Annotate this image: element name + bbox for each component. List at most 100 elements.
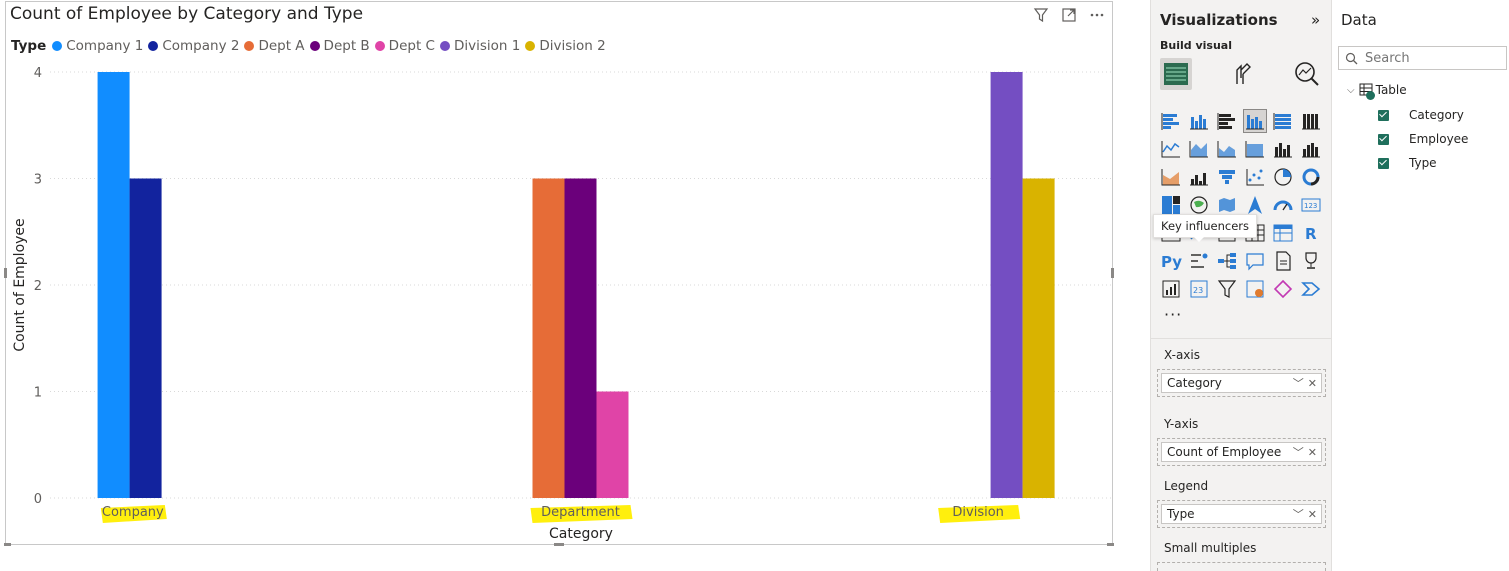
100-stacked-area-chart-icon[interactable] (1244, 138, 1266, 160)
x-tick-label: Division (952, 505, 1004, 520)
x-axis-field-name: Category (1167, 376, 1222, 390)
resize-handle-corner-br[interactable] (1107, 543, 1114, 546)
field-name: Category (1409, 108, 1464, 122)
more-visuals-icon[interactable]: ··· (1164, 305, 1182, 324)
chevron-down-icon[interactable]: ﹀ (1293, 375, 1304, 391)
x-axis-well[interactable]: Category ﹀ ✕ (1157, 369, 1326, 397)
field-checkbox[interactable] (1378, 109, 1389, 121)
map-icon[interactable] (1188, 194, 1210, 216)
wells-divider (1150, 338, 1332, 339)
bar-division-2 (1022, 178, 1055, 498)
narrative-icon[interactable] (1272, 250, 1294, 272)
scatter-chart-icon[interactable] (1244, 166, 1266, 188)
line-chart-icon[interactable] (1160, 138, 1182, 160)
qna-icon[interactable] (1244, 250, 1266, 272)
waterfall-chart-icon[interactable] (1188, 166, 1210, 188)
key-influencers-icon[interactable] (1188, 250, 1210, 272)
resize-handle-corner-bl[interactable] (4, 543, 11, 546)
close-icon[interactable]: ✕ (1308, 446, 1317, 459)
x-axis-well-label: X-axis (1164, 348, 1200, 362)
table-node[interactable]: ⌵ Table (1347, 83, 1407, 100)
clustered-column-chart-icon[interactable] (1243, 109, 1267, 133)
bar-company-2 (129, 178, 162, 498)
field-row-category[interactable]: Category (1378, 108, 1464, 122)
100-stacked-column-chart-icon[interactable] (1300, 110, 1322, 132)
line-stacked-column-chart-icon[interactable] (1272, 138, 1294, 160)
donut-chart-icon[interactable] (1300, 166, 1322, 188)
chevron-down-icon[interactable]: ﹀ (1293, 506, 1304, 522)
matrix-icon[interactable] (1272, 222, 1294, 244)
bar-division-1 (990, 72, 1023, 498)
data-title: Data (1341, 11, 1377, 29)
stacked-bar-chart-icon[interactable] (1160, 110, 1182, 132)
key-influencers-tooltip: Key influencers (1153, 214, 1258, 238)
stacked-column-chart-icon[interactable] (1188, 110, 1210, 132)
y-axis-title: Count of Employee (12, 218, 28, 351)
ribbon-chart-icon[interactable] (1160, 166, 1182, 188)
close-icon[interactable]: ✕ (1308, 377, 1317, 390)
build-visual-label: Build visual (1160, 39, 1232, 52)
pie-chart-icon[interactable] (1272, 166, 1294, 188)
power-apps-alt-icon[interactable] (1272, 278, 1294, 300)
field-checkbox[interactable] (1378, 133, 1389, 145)
search-box[interactable] (1338, 46, 1507, 70)
card-icon[interactable]: 123 (1300, 194, 1322, 216)
line-clustered-column-chart-icon[interactable] (1300, 138, 1322, 160)
y-axis-well-label: Y-axis (1164, 417, 1199, 431)
y-tick-label: 2 (34, 279, 42, 294)
data-pane: Data ⌵ Table Category Employee Type (1333, 0, 1509, 571)
legend-field[interactable]: Type ﹀ ✕ (1161, 504, 1322, 524)
legend-well-label: Legend (1164, 479, 1209, 493)
resize-handle-right[interactable] (1111, 268, 1114, 278)
chevron-down-icon[interactable]: ﹀ (1293, 444, 1304, 460)
legend-well[interactable]: Type ﹀ ✕ (1157, 500, 1326, 528)
y-tick-label: 0 (34, 492, 42, 507)
goals-icon[interactable] (1300, 250, 1322, 272)
bar-dept-c (596, 391, 629, 498)
analytics-tab-icon[interactable] (1291, 58, 1323, 90)
resize-handle-left[interactable] (4, 268, 7, 278)
close-icon[interactable]: ✕ (1308, 508, 1317, 521)
area-chart-icon[interactable] (1188, 138, 1210, 160)
search-icon (1345, 52, 1358, 64)
resize-handle-bottom[interactable] (554, 543, 564, 546)
svg-text:Py: Py (1161, 253, 1182, 271)
metrics-icon[interactable] (1244, 278, 1266, 300)
field-checkbox[interactable] (1378, 157, 1389, 169)
filled-map-icon[interactable] (1216, 194, 1238, 216)
y-axis-field[interactable]: Count of Employee ﹀ ✕ (1161, 442, 1322, 462)
svg-text:R: R (1305, 225, 1317, 243)
field-row-employee[interactable]: Employee (1378, 132, 1468, 146)
search-input[interactable] (1363, 49, 1493, 67)
chart-visual[interactable]: Count of Employee by Category and Type T… (4, 1, 1114, 546)
python-visual-icon[interactable]: Py (1160, 250, 1182, 272)
paginated-report-icon[interactable] (1160, 278, 1182, 300)
gauge-icon[interactable] (1272, 194, 1294, 216)
format-visual-tab-icon[interactable] (1227, 58, 1259, 90)
r-visual-icon[interactable]: R (1300, 222, 1322, 244)
small-multiples-well[interactable] (1157, 562, 1326, 571)
build-visual-tab-icon[interactable] (1160, 58, 1192, 90)
table-name: Table (1375, 83, 1407, 97)
decomposition-tree-icon[interactable] (1216, 250, 1238, 272)
treemap-icon[interactable] (1160, 194, 1182, 216)
x-axis-field[interactable]: Category ﹀ ✕ (1161, 373, 1322, 393)
x-tick-label: Company (102, 505, 164, 520)
y-axis-well[interactable]: Count of Employee ﹀ ✕ (1157, 438, 1326, 466)
y-axis-field-name: Count of Employee (1167, 445, 1282, 459)
chevron-down-icon[interactable]: ⌵ (1347, 85, 1355, 96)
clustered-bar-chart-icon[interactable] (1216, 110, 1238, 132)
azure-map-icon[interactable] (1244, 194, 1266, 216)
y-tick-label: 3 (34, 173, 42, 188)
bar-company-1 (97, 72, 130, 498)
stacked-area-chart-icon[interactable] (1216, 138, 1238, 160)
power-apps-icon[interactable]: 23 (1188, 278, 1210, 300)
100-stacked-bar-chart-icon[interactable] (1272, 110, 1294, 132)
power-automate-icon[interactable] (1216, 278, 1238, 300)
power-automate-alt-icon[interactable] (1300, 278, 1322, 300)
collapse-pane-icon[interactable]: » (1311, 11, 1320, 29)
small-multiples-well-label: Small multiples (1164, 541, 1257, 555)
field-row-type[interactable]: Type (1378, 156, 1437, 170)
funnel-chart-icon[interactable] (1216, 166, 1238, 188)
y-tick-label: 4 (34, 66, 42, 81)
